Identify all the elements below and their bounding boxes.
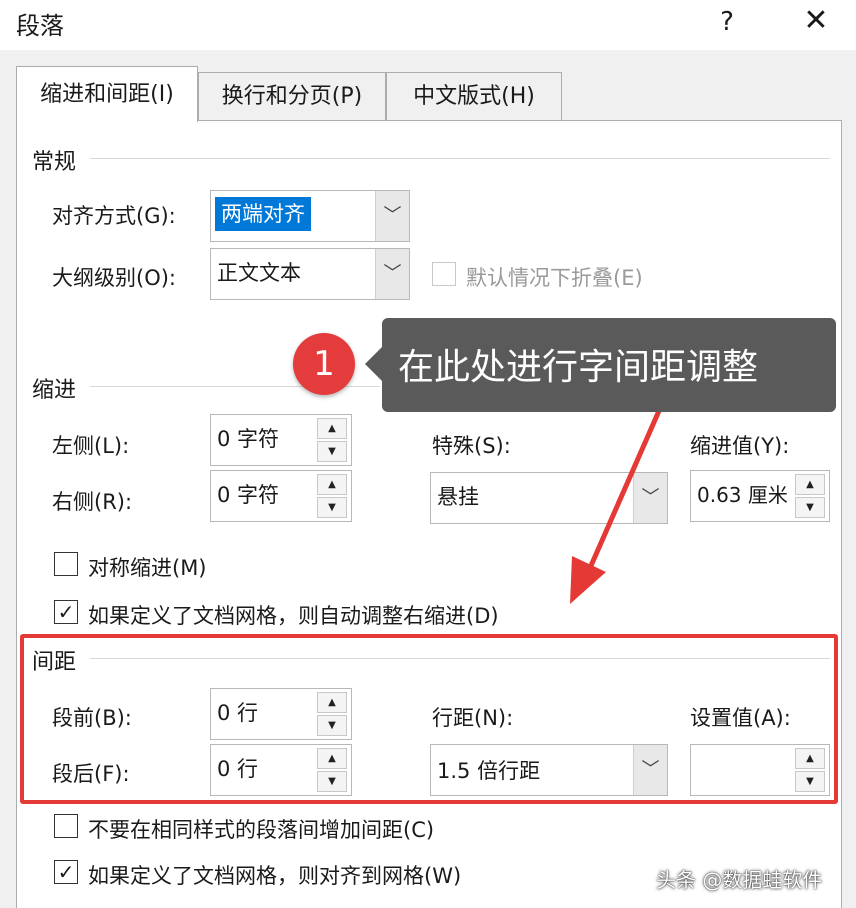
step-badge: 1: [293, 333, 355, 395]
callout-text: 在此处进行字间距调整: [398, 347, 759, 388]
annotation-arrow: [570, 401, 665, 604]
watermark: 头条 @数据蛙软件: [656, 868, 823, 892]
callout-tail: [365, 346, 383, 382]
tab-indent-spacing[interactable]: 缩进和间距(I): [16, 66, 198, 122]
annotation-callout: 在此处进行字间距调整: [382, 318, 836, 412]
